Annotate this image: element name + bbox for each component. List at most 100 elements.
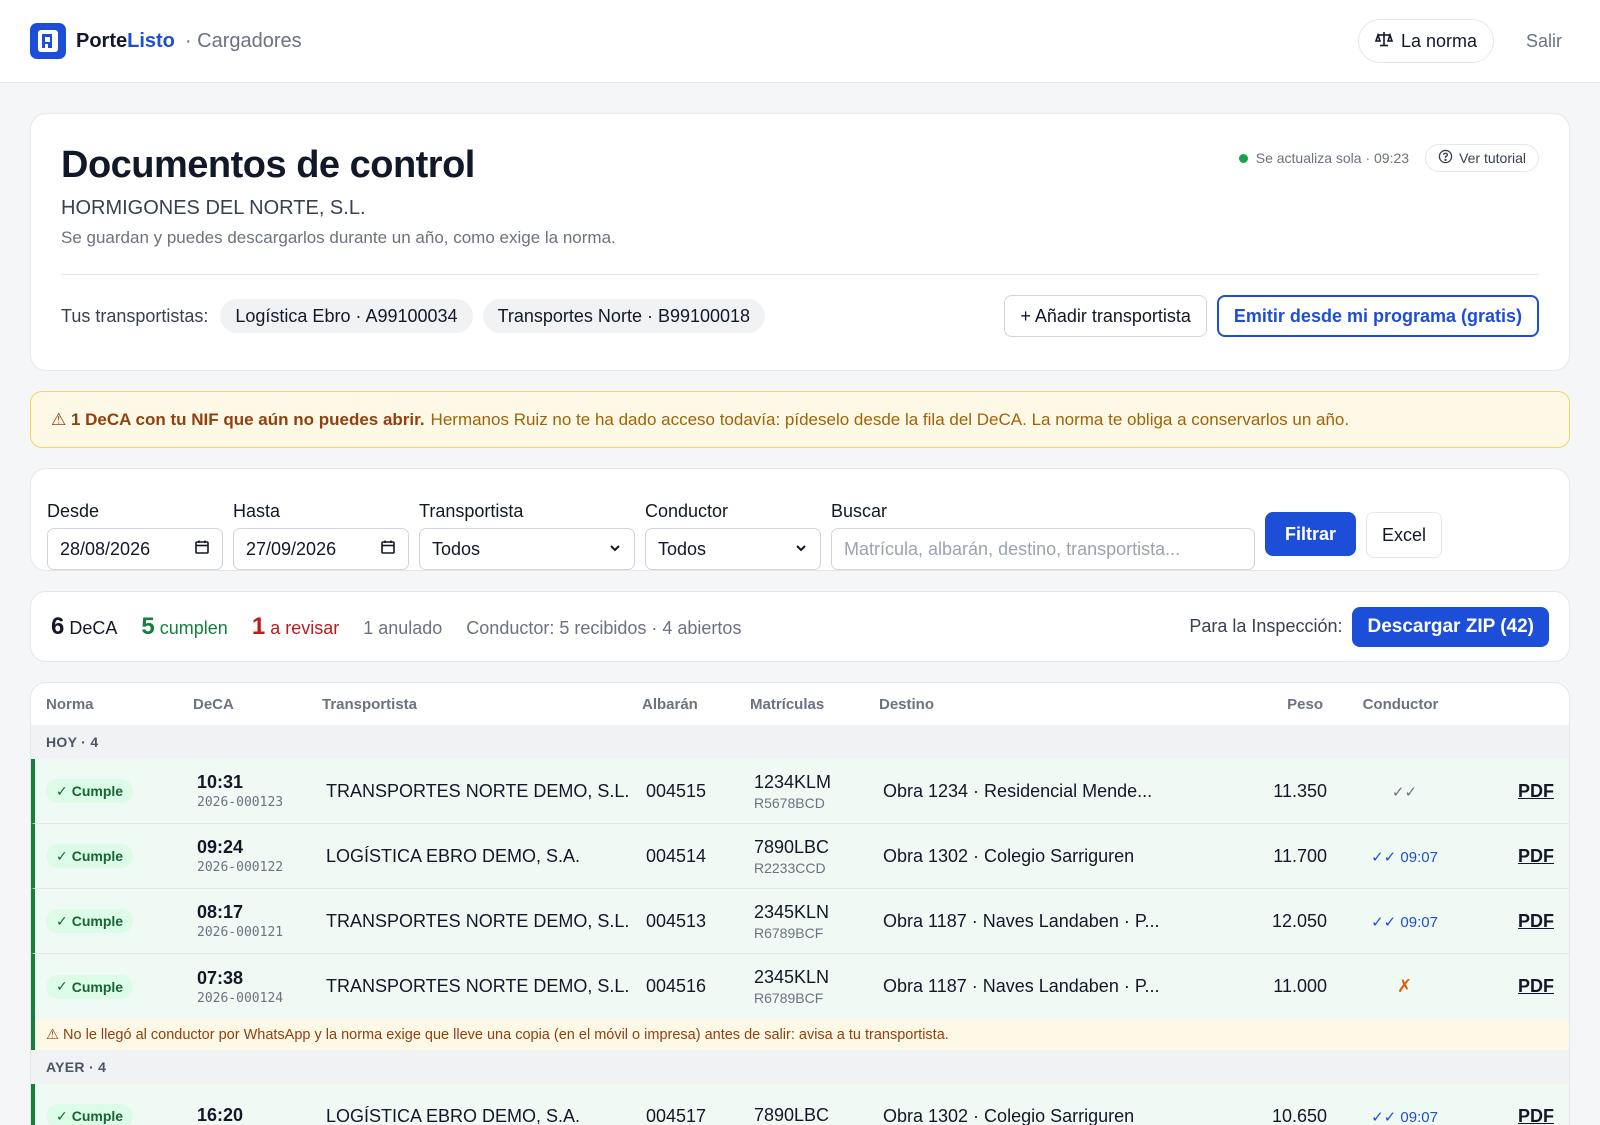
top-bar: PorteListo · Cargadores La norma Salir — [0, 0, 1600, 83]
table-row[interactable]: ✓ Cumple 08:17 2026-000121 TRANSPORTES NO… — [31, 889, 1569, 954]
weight-cell: 12.050 — [1271, 910, 1327, 931]
plate-tractor: 1234KLM — [754, 771, 832, 792]
weight-cell: 11.700 — [1273, 845, 1327, 866]
review-count[interactable]: 1 a revisar — [252, 613, 339, 641]
deca-time: 10:31 — [197, 772, 244, 792]
plate-trailer: R6789BCF — [754, 990, 824, 1006]
emit-from-program-button[interactable]: Emitir desde mi programa (gratis) — [1216, 295, 1539, 337]
driver-opened-check-icon: ✓✓ 09:07 — [1371, 913, 1438, 931]
search-input[interactable]: Matrícula, albarán, destino, transportis… — [831, 528, 1255, 570]
summary-card: 6 DeCA 5 cumplen 1 a revisar 1 anulado C… — [30, 591, 1570, 662]
header-card: Documentos de control HORMIGONES DEL NOR… — [30, 113, 1570, 371]
deca-number: 2026-000124 — [197, 990, 284, 1006]
plate-tractor: 7890LBC — [754, 1104, 830, 1125]
deca-time: 08:17 — [197, 902, 244, 922]
albaran-cell: 004515 — [646, 780, 707, 801]
destination-cell: Obra 1187 · Naves Landaben · P... — [883, 976, 1160, 996]
divider — [61, 274, 1539, 275]
hasta-value: 27/09/2026 — [246, 538, 337, 559]
destination-cell: Obra 1234 · Residencial Mende... — [883, 780, 1153, 801]
transportista-select[interactable]: Todos — [419, 528, 635, 570]
pdf-link[interactable]: PDF — [1518, 781, 1554, 801]
tutorial-label: Ver tutorial — [1459, 150, 1526, 166]
brand-name: PorteListo — [76, 29, 175, 52]
table-row[interactable]: ✓ Cumple 09:24 2026-000122 LOGÍSTICA EBRO… — [31, 824, 1569, 889]
transportista-label: Transportista — [419, 501, 524, 521]
buscar-label: Buscar — [831, 501, 888, 521]
live-status-text: Se actualiza sola · 09:23 — [1255, 150, 1410, 166]
hasta-date-input[interactable]: 27/09/2026 — [233, 528, 409, 570]
header-deca[interactable]: DeCA — [193, 696, 322, 713]
header-conductor[interactable]: Conductor — [1323, 696, 1478, 713]
table-row[interactable]: ✓ Cumple 16:20 LOGÍSTICA EBRO DEMO, S.A.… — [31, 1084, 1569, 1125]
table-row[interactable]: ✓ Cumple 07:38 2026-000124 TRANSPORTES NO… — [31, 954, 1569, 1019]
inspection-label: Para la Inspección: — [1189, 616, 1343, 636]
plate-trailer: R6789BCF — [754, 924, 824, 941]
ok-count[interactable]: 5 cumplen — [141, 613, 227, 641]
search-placeholder: Matrícula, albarán, destino, transportis… — [844, 538, 1181, 559]
deca-number: 2026-000121 — [197, 925, 284, 940]
logout-link[interactable]: Salir — [1526, 31, 1562, 52]
table-row[interactable]: ✓ Cumple 10:31 2026-000123 TRANSPORTES NO… — [31, 759, 1569, 824]
carriers-label: Tus transportistas: — [61, 305, 209, 326]
driver-not-received-icon: ✗ — [1396, 976, 1413, 996]
pdf-link[interactable]: PDF — [1518, 911, 1554, 931]
group-yesterday: AYER · 4 — [31, 1050, 1569, 1084]
driver-opened-check-icon: ✓✓ 09:07 — [1371, 1108, 1438, 1125]
weight-cell: 11.350 — [1273, 780, 1327, 801]
destination-cell: Obra 1302 · Colegio Sarriguren — [883, 845, 1135, 866]
driver-read-check-icon: ✓✓ — [1391, 783, 1418, 801]
company-name: HORMIGONES DEL NORTE, S.L. — [61, 197, 366, 219]
carrier-cell: TRANSPORTES NORTE DEMO, S.L. — [326, 976, 630, 996]
driver-status: Conductor: 5 recibidos · 4 abiertos — [466, 617, 742, 638]
chevron-down-icon — [794, 539, 808, 560]
filter-button[interactable]: Filtrar — [1265, 512, 1357, 556]
header-destino[interactable]: Destino — [879, 696, 1179, 713]
la-norma-button[interactable]: La norma — [1357, 19, 1494, 63]
excel-button[interactable]: Excel — [1366, 512, 1443, 558]
pdf-link[interactable]: PDF — [1518, 1106, 1554, 1125]
brand[interactable]: PorteListo · Cargadores — [30, 23, 302, 59]
albaran-cell: 004514 — [646, 845, 707, 866]
annulled-count[interactable]: 1 anulado — [363, 618, 442, 639]
conductor-select[interactable]: Todos — [645, 528, 821, 570]
carrier-chip[interactable]: Transportes Norte · B99100018 — [482, 299, 766, 333]
calendar-icon — [194, 539, 210, 560]
pdf-link[interactable]: PDF — [1518, 976, 1554, 996]
desde-date-input[interactable]: 28/08/2026 — [47, 528, 223, 570]
hasta-label: Hasta — [233, 501, 281, 521]
header-peso[interactable]: Peso — [1179, 696, 1323, 713]
download-zip-button[interactable]: Descargar ZIP (42) — [1352, 606, 1549, 647]
add-carrier-button[interactable]: + Añadir transportista — [1004, 295, 1207, 337]
carrier-chip[interactable]: Logística Ebro · A99100034 — [220, 299, 473, 333]
desde-label: Desde — [47, 501, 100, 521]
status-badge: ✓ Cumple — [46, 974, 134, 999]
group-today: HOY · 4 — [31, 725, 1569, 759]
deca-number: 2026-000122 — [197, 860, 284, 875]
plate-tractor: 2345KLN — [754, 967, 830, 987]
plate-tractor: 7890LBC — [754, 836, 830, 857]
plate-tractor: 2345KLN — [754, 901, 830, 922]
conductor-value: Todos — [658, 538, 707, 559]
driver-opened-check-icon: ✓✓ 09:07 — [1371, 848, 1438, 866]
alert-title: ⚠ 1 DeCA con tu NIF que aún no puedes ab… — [51, 409, 425, 429]
calendar-icon — [380, 539, 396, 560]
total-count: 6 DeCA — [51, 612, 118, 640]
header-transportista[interactable]: Transportista — [322, 696, 642, 713]
conductor-label: Conductor — [645, 501, 729, 521]
destination-cell: Obra 1187 · Naves Landaben · P... — [883, 910, 1160, 931]
carrier-cell: LOGÍSTICA EBRO DEMO, S.A. — [326, 845, 581, 866]
pdf-link[interactable]: PDF — [1518, 846, 1554, 866]
chevron-down-icon — [608, 539, 622, 560]
destination-cell: Obra 1302 · Colegio Sarriguren — [883, 1105, 1135, 1125]
header-matriculas[interactable]: Matrículas — [750, 696, 879, 713]
header-norma[interactable]: Norma — [31, 696, 193, 713]
row-warning: ⚠ No le llegó al conductor por WhatsApp … — [31, 1019, 1569, 1050]
porte-listo-logo-icon — [30, 23, 66, 59]
header-albaran[interactable]: Albarán — [642, 696, 750, 713]
desde-value: 28/08/2026 — [60, 538, 151, 559]
albaran-cell: 004517 — [646, 1105, 707, 1125]
tutorial-button[interactable]: Ver tutorial — [1425, 144, 1539, 172]
live-dot-icon — [1238, 153, 1248, 163]
access-alert: ⚠ 1 DeCA con tu NIF que aún no puedes ab… — [30, 391, 1570, 448]
